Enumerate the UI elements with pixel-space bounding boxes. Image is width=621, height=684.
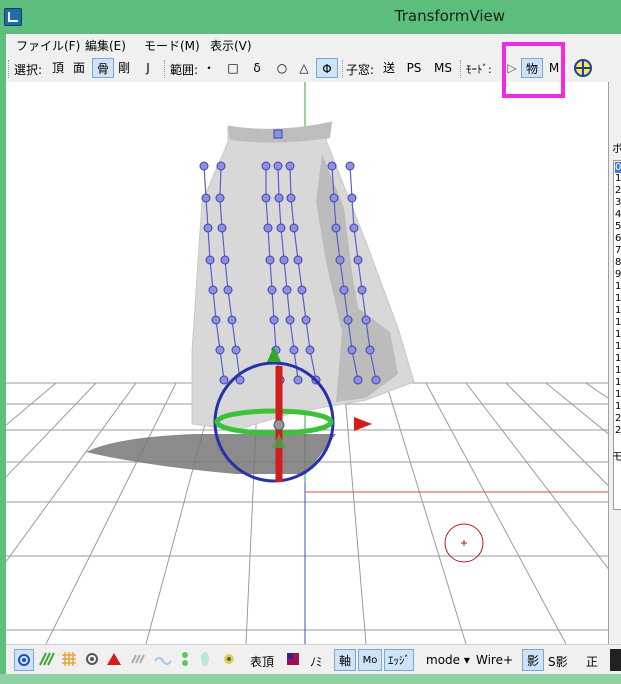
range-rect-button[interactable]: □ — [226, 58, 240, 78]
list-item[interactable]: 1 — [615, 365, 621, 376]
wire-icon[interactable] — [130, 649, 148, 671]
menu-view[interactable]: 表示(V) — [210, 37, 252, 54]
select-label: 選択: — [14, 63, 43, 77]
select-bone-button[interactable]: 骨 — [92, 58, 114, 78]
range-phi-button[interactable]: Φ — [316, 58, 338, 78]
range-circle-button[interactable]: ○ — [274, 58, 290, 78]
list-item[interactable]: 9 — [615, 269, 621, 280]
list-item[interactable]: 2 — [615, 413, 621, 424]
child-window-label: 子窓: — [346, 63, 375, 77]
gizmo-x-arrow[interactable] — [354, 417, 372, 431]
list-item[interactable]: 1 — [615, 293, 621, 304]
list-item[interactable]: 1 — [615, 389, 621, 400]
range-delta-button[interactable]: δ — [250, 58, 264, 78]
select-rigid-button[interactable]: 剛 — [116, 58, 132, 78]
list-item[interactable]: 1 — [615, 353, 621, 364]
morph-button[interactable]: Mo — [358, 649, 382, 671]
list-item[interactable]: 0 — [615, 162, 621, 173]
child-ps-button[interactable]: PS — [404, 58, 424, 78]
child-ms-button[interactable]: MS — [432, 58, 454, 78]
select-face-button[interactable]: 面 — [70, 58, 88, 78]
list-item[interactable]: 7 — [615, 245, 621, 256]
toolbar-grip[interactable] — [8, 60, 12, 78]
ground-grid — [6, 382, 608, 644]
list-item[interactable]: 1 — [615, 341, 621, 352]
mode-dropdown[interactable]: mode ▾ — [426, 653, 470, 667]
title-bar: TransformView — [0, 0, 621, 34]
texture-icon[interactable] — [60, 649, 78, 671]
list-item[interactable]: 1 — [615, 401, 621, 412]
wave-icon[interactable] — [154, 649, 172, 671]
list-item[interactable]: 2 — [615, 425, 621, 436]
range-point-button[interactable]: ・ — [202, 58, 216, 78]
3d-viewport[interactable] — [6, 82, 608, 644]
bottom-toolbar: 表頂 ﾉﾐ 軸 Mo ｴｯｼﾞ mode ▾ Wire+ 影 S影 正 — [6, 644, 621, 675]
list-item[interactable]: 1 — [615, 329, 621, 340]
select-vertex-button[interactable]: 頂 — [50, 58, 66, 78]
list-item[interactable]: 5 — [615, 221, 621, 232]
menu-mode[interactable]: モード(M) — [144, 37, 200, 54]
triangle-red-icon[interactable] — [106, 649, 122, 671]
select-joint-button[interactable]: J — [142, 58, 154, 78]
list-item[interactable]: 6 — [615, 233, 621, 244]
highlight-box — [502, 42, 565, 98]
wire-plus-button[interactable]: Wire+ — [476, 653, 513, 667]
toolbar-grip[interactable] — [460, 60, 464, 78]
taskbar-strip — [0, 674, 621, 684]
list-item[interactable]: 1 — [615, 305, 621, 316]
mode-label: ﾓｰﾄﾞ: — [466, 63, 492, 76]
range-triangle-button[interactable]: △ — [296, 58, 312, 78]
physics-icon[interactable] — [220, 649, 238, 671]
gizmo-center[interactable] — [273, 419, 285, 431]
list-item[interactable]: 1 — [615, 377, 621, 388]
list-item[interactable]: 8 — [615, 257, 621, 268]
axis-button[interactable]: 軸 — [334, 649, 356, 671]
vertex-label[interactable]: 表頂 — [250, 653, 274, 670]
list-item[interactable]: 1 — [615, 173, 621, 184]
menu-edit[interactable]: 編集(E) — [85, 37, 126, 54]
rigid-icon[interactable] — [198, 649, 212, 671]
list-item[interactable]: 2 — [615, 185, 621, 196]
hair-icon[interactable] — [38, 649, 56, 671]
extra-icon[interactable] — [610, 649, 621, 671]
self-shadow-button[interactable]: S影 — [548, 653, 568, 670]
menu-file[interactable]: ファイル(F) — [16, 37, 80, 54]
panel-header: ボ — [612, 140, 621, 156]
child-send-button[interactable]: 送 — [382, 58, 396, 78]
ruler-label[interactable]: ﾉﾐ — [310, 653, 322, 670]
vertex-display-icon[interactable] — [14, 649, 34, 671]
scene-canvas[interactable] — [6, 82, 608, 644]
list-item[interactable]: 4 — [615, 209, 621, 220]
crosshair-icon[interactable] — [572, 58, 594, 78]
toolbar-grip[interactable] — [164, 60, 168, 78]
joint-icon[interactable] — [178, 649, 192, 671]
model-shadow — [86, 434, 336, 474]
bone-list-panel: ボ 0 1 2 3 4 5 6 7 8 9 1 1 1 1 1 1 1 1 1 … — [608, 82, 621, 644]
window-title: TransformView — [394, 7, 505, 25]
range-label: 範囲: — [170, 63, 199, 77]
color-swatch-icon[interactable] — [286, 649, 300, 671]
bone-display-icon[interactable] — [84, 649, 100, 671]
shadow-button[interactable]: 影 — [522, 649, 544, 671]
list-item[interactable]: 1 — [615, 281, 621, 292]
edge-button[interactable]: ｴｯｼﾞ — [384, 649, 414, 671]
front-view-button[interactable]: 正 — [586, 653, 598, 670]
list-item[interactable]: 3 — [615, 197, 621, 208]
list-item[interactable]: 1 — [615, 317, 621, 328]
morph-panel-header: モ — [612, 448, 621, 464]
